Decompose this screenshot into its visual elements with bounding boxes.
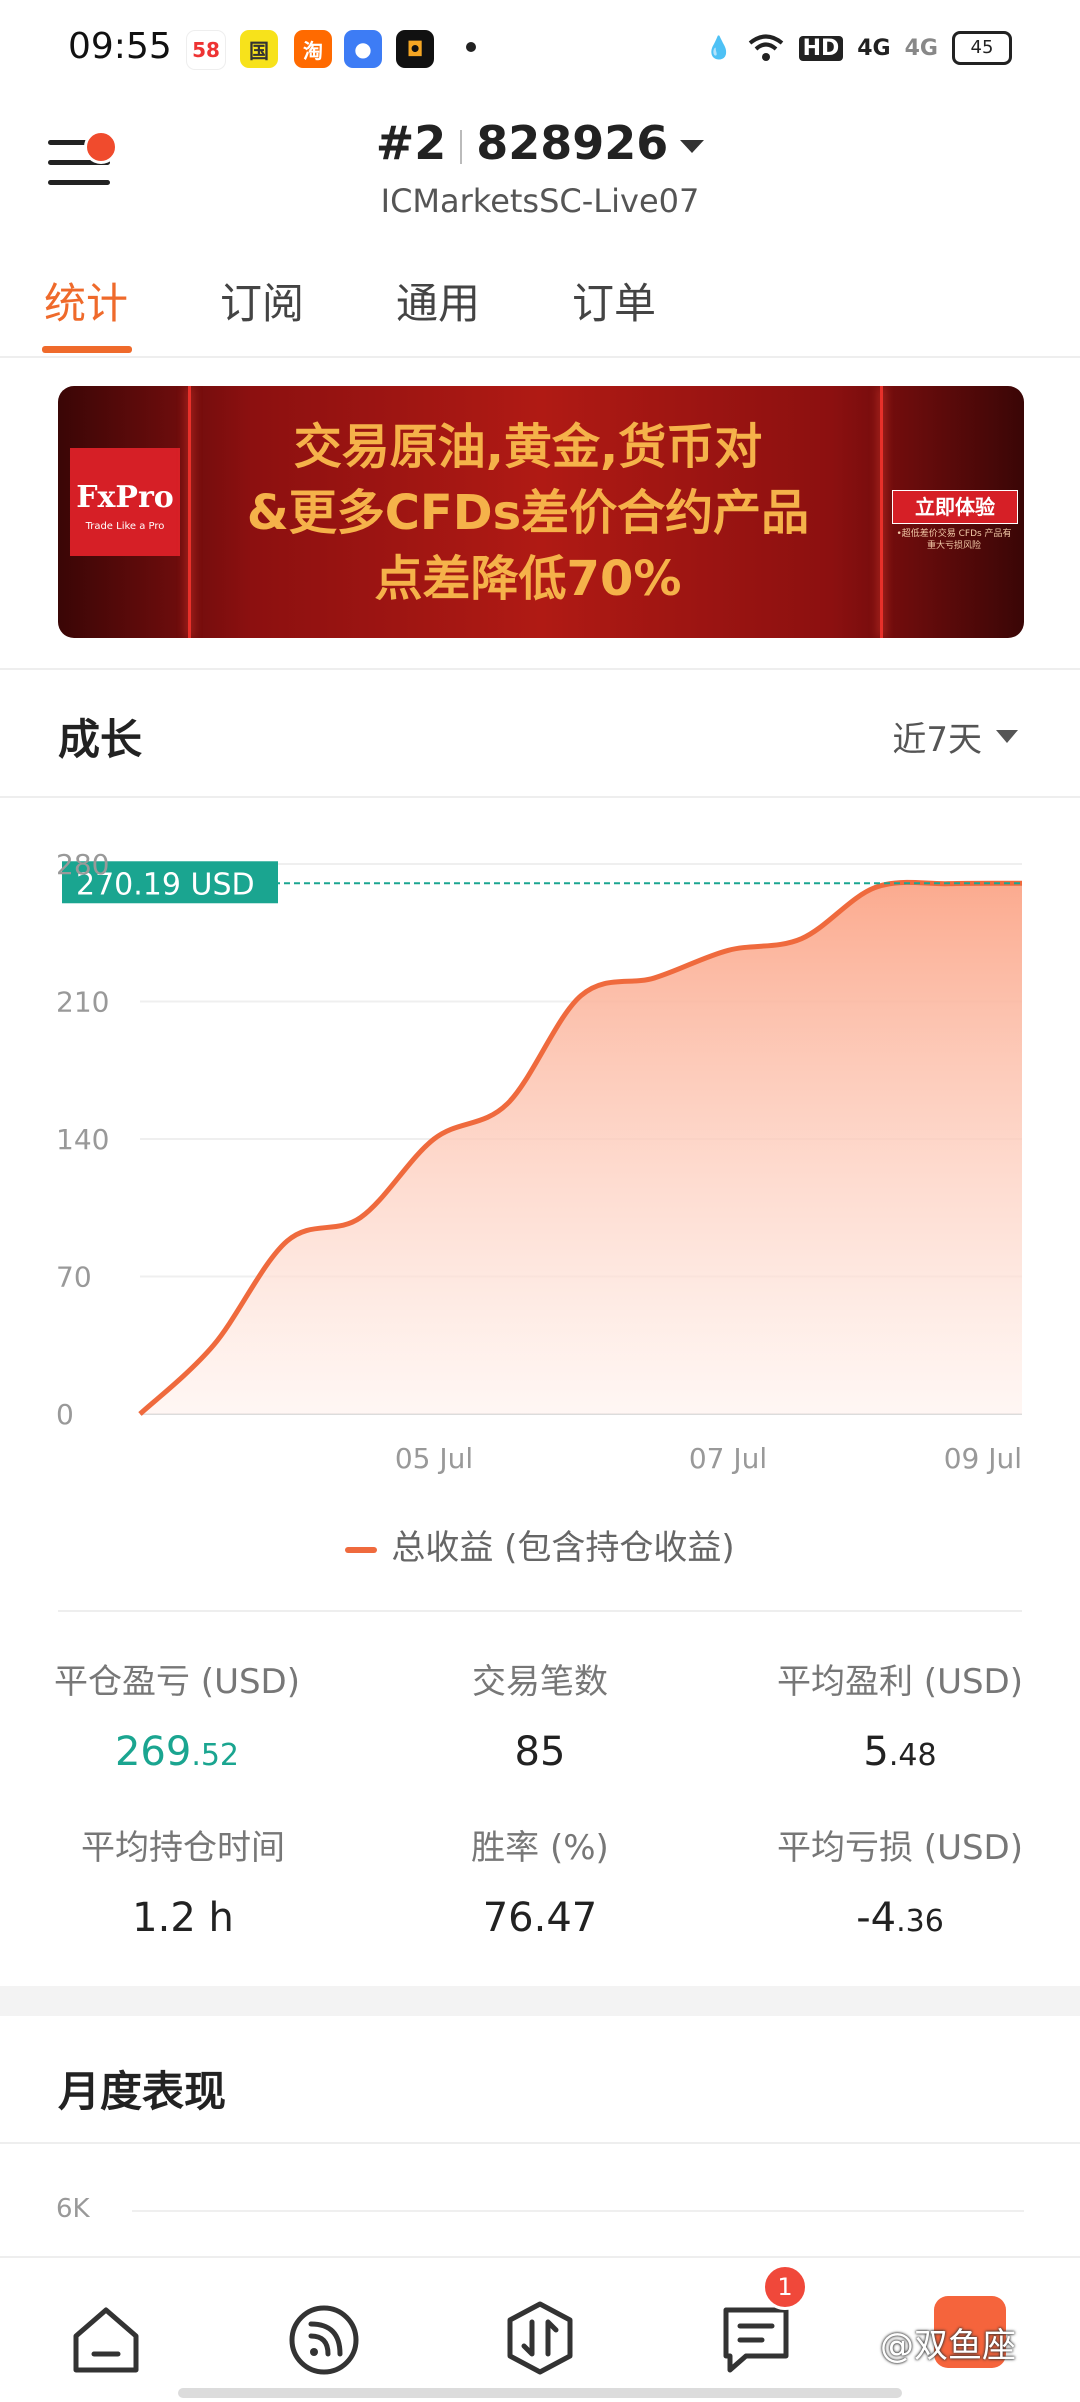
- banner-divider: [880, 386, 883, 638]
- home-indicator[interactable]: [178, 2388, 902, 2398]
- stat-value: 5.48: [735, 1729, 1065, 1775]
- feed-icon[interactable]: [284, 2298, 364, 2378]
- stat-trade-count: 交易笔数 85: [375, 1654, 705, 1775]
- stat-value: 1.2 h: [18, 1895, 348, 1941]
- period-dropdown[interactable]: 近7天: [892, 712, 1018, 761]
- monthly-gridline: [132, 2210, 1024, 2212]
- messages-icon[interactable]: [716, 2298, 796, 2378]
- stat-value-dec: .48: [888, 1738, 937, 1773]
- signal-4g-icon: 4G: [904, 35, 938, 61]
- stat-value: -4.36: [735, 1895, 1065, 1941]
- tab-orders[interactable]: 订单: [572, 270, 656, 331]
- monthly-title: 月度表现: [58, 2067, 227, 2116]
- stat-label: 平仓盈亏 (USD): [54, 1662, 300, 1702]
- stat-avg-loss: 平均亏损 (USD) -4.36: [735, 1820, 1065, 1941]
- notification-more-dot: [466, 42, 476, 52]
- wifi-icon: [748, 34, 783, 61]
- banner-disclaimer: •超低差价交易 CFDs 产品有重大亏损风险: [896, 529, 1012, 551]
- account-index: #2: [375, 116, 447, 170]
- system-icons: 💧 HD 4G 4G 45: [705, 28, 1012, 68]
- trade-icon[interactable]: [500, 2298, 580, 2378]
- chart-legend: 总收益 (包含持仓收益): [0, 1520, 1080, 1569]
- app-header: #2 828926 ICMarketsSC-Live07: [0, 96, 1080, 236]
- stat-value-int: 85: [514, 1729, 566, 1775]
- messages-badge: 1: [762, 2264, 808, 2310]
- y-tick-label: 0: [56, 1398, 74, 1431]
- battery-icon: 45: [952, 31, 1012, 65]
- section-gap: [0, 1986, 1080, 2016]
- monthly-y-tick: 6K: [56, 2194, 90, 2224]
- y-tick-label: 140: [56, 1123, 109, 1156]
- camera-app-icon: ◘: [396, 30, 434, 68]
- chevron-down-icon: [680, 140, 705, 153]
- chevron-down-icon: [996, 730, 1018, 743]
- y-tick-label: 210: [56, 986, 109, 1019]
- stat-value-int: 1.2 h: [132, 1895, 234, 1941]
- growth-title: 成长: [58, 715, 143, 764]
- water-drop-icon: 💧: [705, 35, 733, 61]
- fxpro-logo: FxPro Trade Like a Pro: [70, 448, 180, 556]
- section-divider: [58, 1610, 1022, 1612]
- stat-label: 平均亏损 (USD): [777, 1828, 1023, 1868]
- section-divider: [0, 668, 1080, 670]
- stat-win-rate: 胜率 (%) 76.47: [375, 1820, 705, 1941]
- x-tick-label: 09 Jul: [944, 1442, 1022, 1475]
- x-tick-label: 07 Jul: [689, 1442, 767, 1475]
- y-tick-label: 70: [56, 1261, 92, 1294]
- period-label: 近7天: [892, 720, 982, 760]
- signal-4g-icon: 4G: [857, 35, 891, 61]
- watermark: @双鱼座: [880, 2326, 1016, 2366]
- tab-subscriptions[interactable]: 订阅: [220, 270, 304, 331]
- banner-divider: [188, 386, 191, 638]
- tab-statistics[interactable]: 统计: [44, 270, 128, 331]
- section-divider: [0, 796, 1080, 798]
- stat-closed-pnl: 平仓盈亏 (USD) 269.52: [12, 1654, 342, 1775]
- stat-label: 平均盈利 (USD): [777, 1662, 1023, 1702]
- stat-value: 269.52: [12, 1729, 342, 1775]
- account-server: ICMarketsSC-Live07: [380, 182, 700, 220]
- logo-tagline: Trade Like a Pro: [85, 521, 165, 532]
- status-bar: 09:55 58 国 淘 ● ◘ 💧 HD 4G 4G 45: [0, 0, 1080, 96]
- legend-label: 总收益 (包含持仓收益): [391, 1528, 735, 1568]
- tab-bar: 统计 订阅 通用 订单: [0, 250, 1080, 358]
- stat-value-int: 5: [863, 1729, 889, 1775]
- section-divider: [0, 2142, 1080, 2144]
- 58-app-icon: 58: [186, 30, 226, 70]
- legend-swatch: [345, 1546, 378, 1553]
- ad-banner[interactable]: FxPro Trade Like a Pro 交易原油,黄金,货币对 &更多CF…: [58, 386, 1024, 638]
- stat-value-dec: .36: [896, 1904, 944, 1939]
- stat-value: 76.47: [375, 1895, 705, 1941]
- stat-label: 胜率 (%): [471, 1828, 609, 1868]
- account-number: 828926: [476, 116, 669, 170]
- banner-cta-button[interactable]: 立即体验: [892, 490, 1018, 524]
- chat-app-icon: ●: [344, 30, 382, 68]
- status-time: 09:55: [68, 26, 172, 67]
- active-tab-indicator: [42, 346, 132, 353]
- tab-general[interactable]: 通用: [396, 270, 480, 331]
- banner-line-2: &更多CFDs差价合约产品: [246, 485, 810, 541]
- stat-avg-profit: 平均盈利 (USD) 5.48: [735, 1654, 1065, 1775]
- stat-value: 85: [375, 1729, 705, 1775]
- growth-area: [140, 882, 1022, 1414]
- hd-icon: HD: [798, 35, 844, 61]
- title-separator: [460, 129, 463, 164]
- home-icon[interactable]: [66, 2298, 146, 2378]
- x-tick-label: 05 Jul: [395, 1442, 473, 1475]
- account-selector[interactable]: #2 828926: [0, 116, 1080, 170]
- y-tick-label: 280: [56, 848, 109, 881]
- stat-value-dec: .52: [191, 1738, 240, 1773]
- taobao-icon: 淘: [294, 30, 332, 68]
- banner-headline: 交易原油,黄金,货币对 &更多CFDs差价合约产品 点差降低70%: [208, 414, 848, 612]
- banner-line-1: 交易原油,黄金,货币对: [293, 419, 763, 475]
- banner-line-3: 点差降低70%: [374, 551, 682, 607]
- stat-value-int: 269: [114, 1729, 192, 1775]
- news-app-icon: 国: [240, 30, 278, 68]
- stat-label: 交易笔数: [472, 1662, 608, 1702]
- growth-chart: 270.19 USD 07014021028005 Jul 07 Jul 09 Ju…: [56, 848, 1023, 1475]
- stat-label: 平均持仓时间: [81, 1828, 285, 1868]
- stat-value-int: 76.47: [482, 1895, 598, 1941]
- stat-avg-hold-time: 平均持仓时间 1.2 h: [18, 1820, 348, 1941]
- logo-brand: FxPro: [76, 480, 174, 515]
- stat-value-int: -4: [856, 1895, 897, 1941]
